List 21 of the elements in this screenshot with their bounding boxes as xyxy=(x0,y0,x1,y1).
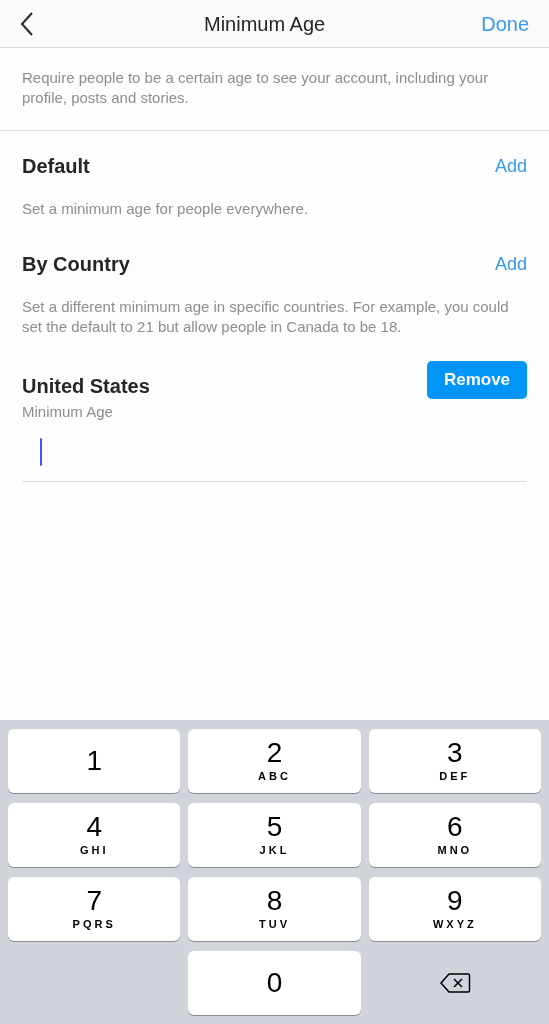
keypad-key[interactable]: 3 DEF xyxy=(368,729,541,793)
page-title: Minimum Age xyxy=(203,11,327,37)
chevron-left-icon xyxy=(20,10,34,37)
keypad-key[interactable]: 6 MNO xyxy=(368,803,541,867)
backspace-icon xyxy=(438,972,471,994)
keypad-key[interactable]: 0 xyxy=(188,951,361,1015)
keypad-key[interactable]: 4 GHI xyxy=(8,803,181,867)
keypad-key[interactable]: 5 JKL xyxy=(188,803,361,867)
keypad-key[interactable]: 2 ABC xyxy=(188,729,361,793)
keypad-key[interactable]: 7 PQRS xyxy=(8,877,181,941)
section-note: Set a minimum age for people everywhere. xyxy=(22,199,309,219)
keypad-key[interactable]: 9 WXYZ xyxy=(368,877,541,941)
field-label: Minimum Age xyxy=(22,402,114,422)
keypad-key[interactable]: 8 TUV xyxy=(188,877,361,941)
keypad-key[interactable]: 1 xyxy=(8,729,181,793)
section-title: By Country xyxy=(22,252,130,277)
country-name: United States xyxy=(22,374,150,399)
section-title: Default xyxy=(22,154,90,179)
section-note: Set a different minimum age in specific countries. For example, you could set the default to 21 but allow people in Canada to be 18. xyxy=(22,297,510,337)
description-text: Require people to be a certain age to see your account, including your profile, posts and stories. xyxy=(22,68,490,108)
text-cursor-icon xyxy=(40,438,42,466)
